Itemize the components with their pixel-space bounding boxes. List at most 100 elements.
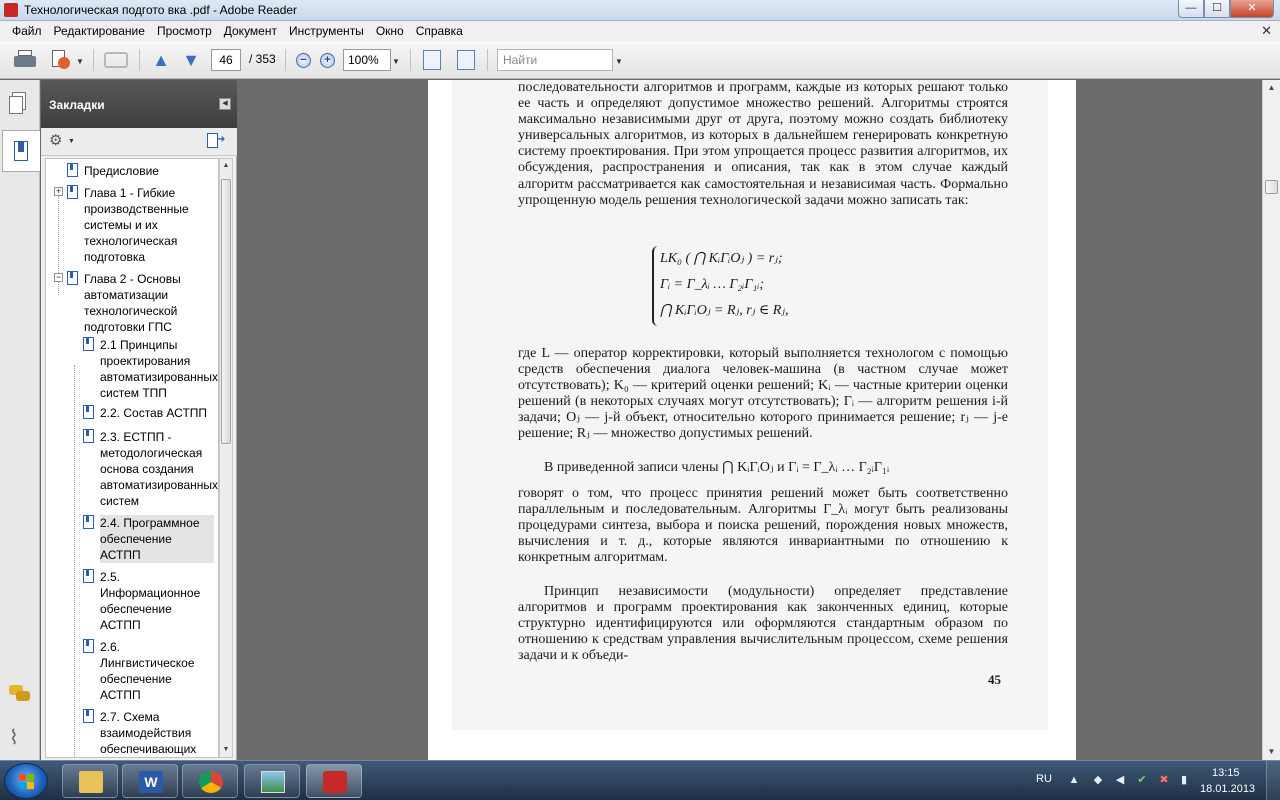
toolbar-divider bbox=[487, 49, 488, 71]
start-button[interactable] bbox=[4, 763, 48, 799]
formula-line: LK₀ ( ⋂ KᵢΓᵢOⱼ ) = rⱼ; bbox=[660, 251, 783, 266]
bookmarks-panel: Закладки ◀ ⚙ ▼ ➜ Предисловие + Глава 1 -… bbox=[41, 80, 237, 760]
bookmark-item[interactable]: Предисловие bbox=[84, 163, 218, 179]
bookmark-item[interactable]: Глава 1 - Гибкие производственные систем… bbox=[84, 185, 218, 265]
zoom-input[interactable]: 100% bbox=[343, 49, 391, 71]
share-icon[interactable] bbox=[50, 50, 72, 70]
bookmark-icon bbox=[83, 429, 94, 443]
menu-help[interactable]: Справка bbox=[410, 24, 469, 38]
bookmark-icon bbox=[83, 405, 94, 419]
bookmark-item[interactable]: 2.5. Информационное обеспечение АСТПП bbox=[100, 569, 214, 633]
menu-tools[interactable]: Инструменты bbox=[283, 24, 370, 38]
bookmark-icon bbox=[67, 185, 78, 199]
language-indicator[interactable]: RU bbox=[1036, 773, 1052, 785]
scanned-page: последовательности алгоритмов и программ… bbox=[452, 80, 1048, 730]
system-tray: RU ▲ ◆ ◀ ✔ ✖ ▮ 13:15 18.01.2013 bbox=[1000, 761, 1280, 800]
paragraph: где L — оператор корректировки, который … bbox=[518, 346, 1008, 442]
battery-icon[interactable]: ▮ bbox=[1178, 774, 1190, 786]
scrollbar-thumb[interactable] bbox=[1265, 180, 1278, 194]
page-number-input[interactable]: 46 bbox=[211, 49, 241, 71]
paragraph: Принцип независимости (модульности) опре… bbox=[518, 584, 1008, 664]
menu-edit[interactable]: Редактирование bbox=[48, 24, 151, 38]
toolbar-divider bbox=[139, 49, 140, 71]
taskbar-chrome[interactable] bbox=[182, 764, 238, 798]
expand-toggle-icon[interactable]: + bbox=[54, 187, 63, 196]
tree-connector bbox=[74, 365, 75, 757]
window-controls: — ☐ ✕ bbox=[1178, 0, 1274, 19]
bookmark-icon bbox=[83, 569, 94, 583]
bookmark-item[interactable]: 2.1 Принципы проектирования автоматизиро… bbox=[100, 337, 218, 401]
bookmark-item[interactable]: Глава 2 - Основы автоматизации технологи… bbox=[84, 271, 218, 335]
formula-line: Γᵢ = Γ_λᵢ … Γ₂ᵢΓ₁ᵢ; bbox=[660, 277, 765, 292]
panel-header: Закладки ◀ bbox=[41, 80, 237, 128]
menu-view[interactable]: Просмотр bbox=[151, 24, 218, 38]
document-viewport[interactable]: последовательности алгоритмов и программ… bbox=[238, 80, 1262, 760]
picture-icon bbox=[261, 771, 285, 793]
window-title: Технологическая подгото вка .pdf - Adobe… bbox=[24, 3, 298, 17]
show-desktop-button[interactable] bbox=[1266, 761, 1280, 800]
dropbox-icon[interactable]: ◆ bbox=[1092, 774, 1104, 786]
clock-date[interactable]: 18.01.2013 bbox=[1200, 783, 1255, 795]
taskbar-adobe-reader[interactable] bbox=[306, 764, 362, 798]
bookmark-item[interactable]: 2.6. Лингвистическое обеспечение АСТПП bbox=[100, 639, 214, 703]
collaborate-icon bbox=[104, 50, 128, 70]
zoom-in-icon[interactable]: + bbox=[320, 53, 335, 68]
taskbar: W RU ▲ ◆ ◀ ✔ ✖ ▮ 13:15 18.01.2013 bbox=[0, 760, 1280, 800]
word-icon: W bbox=[139, 771, 163, 793]
adobe-reader-icon bbox=[4, 3, 18, 17]
formula-brace bbox=[652, 246, 660, 326]
scrollbar-thumb[interactable] bbox=[221, 179, 231, 444]
bookmark-item[interactable]: 2.7. Схема взаимодействия обеспечивающих bbox=[100, 709, 214, 757]
bookmark-item[interactable]: 2.3. ЕСТПП - методологическая основа соз… bbox=[100, 429, 218, 509]
document-scrollbar[interactable]: ▲ ▼ bbox=[1262, 80, 1280, 760]
next-page-icon[interactable]: ▼ bbox=[180, 50, 202, 70]
fit-width-icon[interactable] bbox=[423, 50, 441, 70]
printer-icon[interactable] bbox=[14, 50, 36, 70]
scroll-down-icon[interactable]: ▼ bbox=[1263, 744, 1280, 760]
bookmarks-icon[interactable] bbox=[10, 137, 30, 161]
bookmarks-tab[interactable] bbox=[2, 130, 40, 172]
network-icon[interactable]: ✖ bbox=[1158, 774, 1170, 786]
expand-bookmark-icon[interactable]: ➜ bbox=[207, 133, 227, 149]
bookmarks-scrollbar[interactable]: ▲ ▼ bbox=[219, 158, 233, 758]
previous-page-icon[interactable]: ▲ bbox=[150, 50, 172, 70]
toolbar-divider bbox=[285, 49, 286, 71]
show-hidden-icons-icon[interactable]: ▲ bbox=[1068, 774, 1080, 786]
scroll-up-icon[interactable]: ▲ bbox=[220, 159, 232, 173]
zoom-out-icon[interactable]: − bbox=[296, 53, 311, 68]
gear-icon[interactable]: ⚙ bbox=[49, 133, 62, 149]
menu-file[interactable]: Файл bbox=[6, 24, 48, 38]
options-dropdown-icon[interactable]: ▼ bbox=[68, 138, 75, 145]
share-dropdown-icon[interactable]: ▼ bbox=[76, 57, 84, 66]
formula-line: ⋂ KᵢΓᵢOⱼ = Rⱼ, rⱼ ∈ Rⱼ, bbox=[660, 303, 789, 318]
close-document-icon[interactable]: ✕ bbox=[1261, 23, 1272, 39]
menu-document[interactable]: Документ bbox=[218, 24, 283, 38]
pages-icon[interactable] bbox=[9, 92, 29, 116]
taskbar-word[interactable]: W bbox=[122, 764, 178, 798]
search-input[interactable]: Найти bbox=[497, 49, 613, 71]
bookmark-icon bbox=[83, 639, 94, 653]
maximize-button[interactable]: ☐ bbox=[1204, 0, 1230, 18]
volume-icon[interactable]: ◀ bbox=[1114, 774, 1126, 786]
scroll-down-icon[interactable]: ▼ bbox=[220, 743, 232, 757]
menu-window[interactable]: Окно bbox=[370, 24, 410, 38]
taskbar-explorer[interactable] bbox=[62, 764, 118, 798]
menu-bar: Файл Редактирование Просмотр Документ Ин… bbox=[0, 21, 1280, 41]
clock-time[interactable]: 13:15 bbox=[1212, 767, 1240, 779]
collapse-panel-icon[interactable]: ◀ bbox=[219, 98, 231, 110]
taskbar-picture-viewer[interactable] bbox=[244, 764, 300, 798]
comments-icon[interactable] bbox=[9, 685, 30, 709]
minimize-button[interactable]: — bbox=[1178, 0, 1204, 18]
scroll-up-icon[interactable]: ▲ bbox=[1263, 80, 1280, 96]
zoom-dropdown-icon[interactable]: ▼ bbox=[392, 57, 400, 66]
fit-page-icon[interactable] bbox=[457, 50, 475, 70]
paragraph: последовательности алгоритмов и программ… bbox=[518, 80, 1008, 208]
bookmark-item-selected[interactable]: 2.4. Программное обеспечение АСТПП bbox=[100, 515, 214, 563]
collapse-toggle-icon[interactable]: − bbox=[54, 273, 63, 282]
search-dropdown-icon[interactable]: ▼ bbox=[615, 57, 623, 66]
bookmark-icon bbox=[83, 337, 94, 351]
security-icon[interactable]: ✔ bbox=[1136, 774, 1148, 786]
close-button[interactable]: ✕ bbox=[1230, 0, 1274, 18]
bookmark-item[interactable]: 2.2. Состав АСТПП bbox=[100, 405, 214, 421]
attachments-icon[interactable]: ⌇ bbox=[9, 725, 29, 749]
